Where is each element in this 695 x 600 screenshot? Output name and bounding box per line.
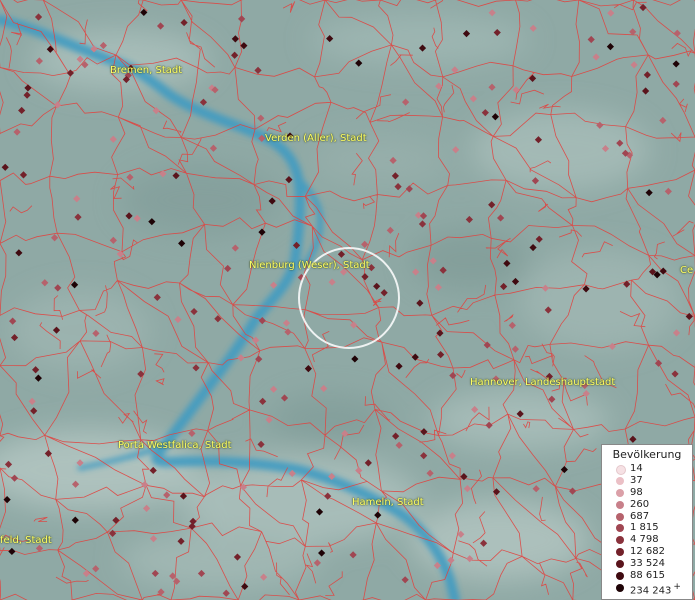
legend-item: 33 524 [602, 558, 692, 570]
legend-swatch [616, 500, 624, 509]
legend-item: 88 615 [602, 570, 692, 582]
city-label-celle[interactable]: Ce [680, 265, 693, 276]
city-label-verden[interactable]: Verden (Aller), Stadt [265, 133, 367, 144]
legend-swatch [616, 572, 624, 581]
legend-swatch [616, 465, 626, 475]
legend-swatch [616, 524, 624, 533]
legend-swatch [616, 536, 624, 545]
legend-item: 234 243 + [602, 581, 692, 596]
legend-item: 1 815 [602, 522, 692, 534]
legend-item: 687 [602, 511, 692, 523]
map-view[interactable]: Bremen, Stadt Verden (Aller), Stadt Nien… [0, 0, 695, 600]
legend-item: 4 798 [602, 534, 692, 546]
city-label-bremen[interactable]: Bremen, Stadt [110, 65, 182, 76]
city-label-nienburg[interactable]: Nienburg (Weser), Stadt [249, 260, 370, 271]
legend-item: 12 682 [602, 546, 692, 558]
legend-swatch [616, 583, 624, 592]
city-label-hannover[interactable]: Hannover, Landeshauptstadt [470, 377, 615, 388]
legend-swatch [616, 548, 624, 557]
legend-item: 98 [602, 487, 692, 499]
city-label-porta-westfalica[interactable]: Porta Westfalica, Stadt [118, 440, 232, 451]
legend-swatch [616, 512, 624, 521]
legend-item: 260 [602, 499, 692, 511]
city-label-hameln[interactable]: Hameln, Stadt [352, 497, 424, 508]
legend-swatch [616, 560, 624, 569]
city-label-bielefeld[interactable]: feld, Stadt [0, 535, 52, 546]
legend-item: 37 [602, 475, 692, 487]
legend-swatch [616, 476, 624, 485]
population-legend: Bevölkerung 14 37 98 260 687 1 815 4 798… [601, 444, 693, 600]
terrain-background [0, 0, 695, 600]
legend-swatch [616, 488, 624, 497]
legend-item: 14 [602, 463, 692, 475]
legend-plus-sign: + [673, 581, 681, 592]
legend-title: Bevölkerung [612, 448, 682, 461]
